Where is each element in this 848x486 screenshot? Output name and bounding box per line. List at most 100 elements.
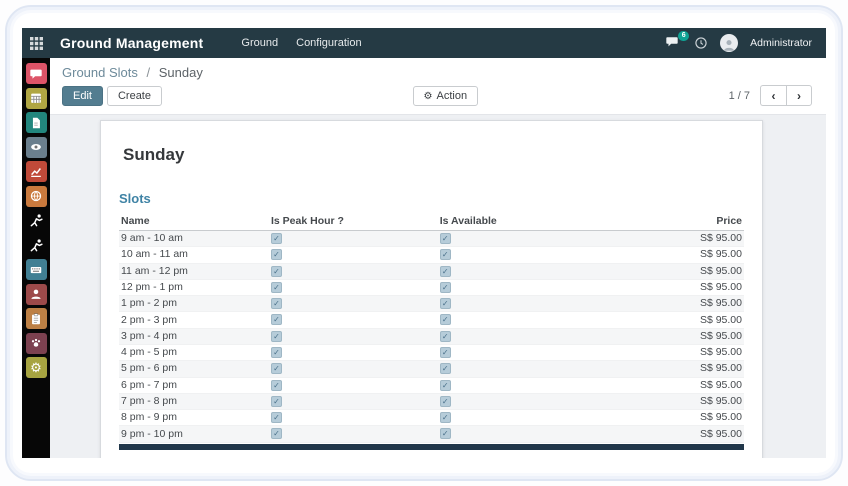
create-button[interactable]: Create: [106, 85, 162, 106]
table-row[interactable]: 5 pm - 6 pm ✓ ✓ S$ 95.00: [119, 360, 744, 378]
is-peak-hour-cell: ✓: [269, 279, 438, 297]
is-available-checkbox[interactable]: ✓: [439, 346, 451, 358]
is-peak-hour-cell: ✓: [269, 311, 438, 329]
slots-table-body: 9 am - 10 am ✓ ✓ S$ 95.00 10 am - 11 am ✓ ✓ S$ …: [119, 230, 744, 443]
edit-button[interactable]: Edit: [62, 85, 103, 106]
chart-app-icon[interactable]: [25, 161, 47, 182]
price-cell: S$ 95.00: [650, 230, 744, 248]
is-peak-hour-checkbox[interactable]: ✓: [271, 298, 282, 310]
is-peak-hour-checkbox[interactable]: ✓: [271, 330, 282, 342]
column-header-peak[interactable]: Is Peak Hour ?: [269, 213, 438, 231]
member-app-icon[interactable]: [25, 283, 47, 305]
breadcrumb: Ground Slots / Sunday: [62, 65, 812, 80]
is-peak-hour-checkbox[interactable]: ✓: [271, 265, 282, 277]
table-row[interactable]: 12 pm - 1 pm ✓ ✓ S$ 95.00: [119, 279, 744, 297]
action-button[interactable]: ⚙ Action: [412, 85, 479, 106]
is-available-checkbox[interactable]: ✓: [439, 363, 451, 375]
is-available-checkbox[interactable]: ✓: [439, 249, 451, 261]
slot-name-cell: 10 am - 11 am: [119, 246, 269, 264]
is-peak-hour-cell: ✓: [269, 377, 438, 394]
is-peak-hour-checkbox[interactable]: ✓: [271, 346, 282, 358]
is-peak-hour-cell: ✓: [269, 344, 438, 362]
table-row[interactable]: 11 am - 12 pm ✓ ✓ S$ 95.00: [119, 263, 744, 280]
globe-app-icon[interactable]: [25, 185, 47, 207]
apps-grid-icon[interactable]: [22, 28, 50, 58]
pager-next-button[interactable]: ›: [786, 85, 812, 106]
is-available-cell: ✓: [437, 393, 651, 411]
is-available-checkbox[interactable]: ✓: [439, 395, 451, 407]
is-available-checkbox[interactable]: ✓: [439, 330, 451, 342]
document-app-icon[interactable]: [25, 112, 47, 133]
is-available-cell: ✓: [437, 263, 651, 280]
is-peak-hour-checkbox[interactable]: ✓: [271, 281, 282, 293]
clipboard-app-icon[interactable]: [25, 308, 47, 329]
is-peak-hour-checkbox[interactable]: ✓: [271, 363, 282, 375]
price-cell: S$ 95.00: [650, 344, 744, 362]
athlete-app-icon[interactable]: [26, 235, 47, 256]
slot-name-cell: 12 pm - 1 pm: [119, 279, 269, 297]
breadcrumb-link-ground-slots[interactable]: Ground Slots: [62, 65, 138, 80]
column-header-available[interactable]: Is Available: [437, 213, 651, 231]
notification-badge: 6: [678, 31, 690, 41]
is-available-checkbox[interactable]: ✓: [439, 379, 451, 391]
gear-icon: ⚙: [423, 90, 433, 102]
is-peak-hour-checkbox[interactable]: ✓: [271, 379, 282, 391]
slot-name-cell: 1 pm - 2 pm: [119, 295, 269, 313]
athlete-app-icon[interactable]: [26, 210, 47, 231]
horizontal-scrollbar[interactable]: [119, 443, 744, 450]
is-peak-hour-checkbox[interactable]: ✓: [271, 314, 282, 326]
table-row[interactable]: 9 pm - 10 pm ✓ ✓ S$ 95.00: [119, 425, 744, 443]
is-available-checkbox[interactable]: ✓: [439, 428, 451, 440]
is-available-cell: ✓: [437, 344, 651, 362]
apps-sidebar: ⚙: [22, 58, 50, 458]
table-row[interactable]: 2 pm - 3 pm ✓ ✓ S$ 95.00: [119, 311, 744, 329]
is-peak-hour-cell: ✓: [269, 328, 438, 345]
is-peak-hour-cell: ✓: [269, 246, 438, 264]
is-available-checkbox[interactable]: ✓: [439, 298, 451, 310]
avatar[interactable]: [720, 34, 739, 52]
messages-icon[interactable]: 6: [664, 31, 690, 51]
chat-app-icon[interactable]: [25, 63, 47, 84]
is-peak-hour-checkbox[interactable]: ✓: [271, 395, 282, 407]
gear-app-icon[interactable]: ⚙: [25, 357, 47, 378]
is-available-checkbox[interactable]: ✓: [439, 265, 451, 277]
is-peak-hour-cell: ✓: [269, 393, 438, 411]
is-available-cell: ✓: [437, 230, 651, 248]
menu-item-configuration[interactable]: Configuration: [296, 37, 361, 49]
price-cell: S$ 95.00: [650, 263, 744, 280]
paw-app-icon[interactable]: [25, 332, 47, 354]
table-row[interactable]: 9 am - 10 am ✓ ✓ S$ 95.00: [119, 230, 744, 248]
main-area: Ground Slots / Sunday Edit Create ⚙ Actio…: [50, 58, 826, 458]
price-cell: S$ 95.00: [650, 393, 744, 411]
table-row[interactable]: 4 pm - 5 pm ✓ ✓ S$ 95.00: [119, 344, 744, 362]
column-header-price[interactable]: Price: [650, 213, 744, 231]
chevron-left-icon: ‹: [771, 88, 776, 103]
menu-item-ground[interactable]: Ground: [241, 37, 278, 49]
keyboard-app-icon[interactable]: [25, 259, 47, 280]
is-available-checkbox[interactable]: ✓: [439, 412, 451, 424]
table-row[interactable]: 3 pm - 4 pm ✓ ✓ S$ 95.00: [119, 328, 744, 345]
is-available-cell: ✓: [437, 409, 651, 427]
activities-clock-icon[interactable]: [694, 36, 708, 50]
table-row[interactable]: 6 pm - 7 pm ✓ ✓ S$ 95.00: [119, 377, 744, 394]
app-title[interactable]: Ground Management: [60, 35, 203, 51]
price-cell: S$ 95.00: [650, 425, 744, 443]
column-header-name[interactable]: Name: [119, 213, 269, 231]
is-peak-hour-checkbox[interactable]: ✓: [271, 428, 282, 440]
is-peak-hour-checkbox[interactable]: ✓: [271, 412, 282, 424]
slot-name-cell: 8 pm - 9 pm: [119, 409, 269, 427]
is-available-checkbox[interactable]: ✓: [439, 314, 451, 326]
is-available-cell: ✓: [437, 377, 651, 394]
table-row[interactable]: 1 pm - 2 pm ✓ ✓ S$ 95.00: [119, 295, 744, 313]
table-row[interactable]: 7 pm - 8 pm ✓ ✓ S$ 95.00: [119, 393, 744, 411]
is-peak-hour-checkbox[interactable]: ✓: [271, 249, 282, 261]
is-peak-hour-checkbox[interactable]: ✓: [271, 233, 282, 244]
eye-app-icon[interactable]: [25, 136, 47, 158]
table-row[interactable]: 10 am - 11 am ✓ ✓ S$ 95.00: [119, 246, 744, 264]
is-available-checkbox[interactable]: ✓: [439, 233, 451, 244]
is-available-checkbox[interactable]: ✓: [439, 281, 451, 293]
table-row[interactable]: 8 pm - 9 pm ✓ ✓ S$ 95.00: [119, 409, 744, 427]
user-name[interactable]: Administrator: [750, 37, 812, 49]
calendar-app-icon[interactable]: [25, 87, 47, 109]
pager-prev-button[interactable]: ‹: [760, 85, 786, 106]
